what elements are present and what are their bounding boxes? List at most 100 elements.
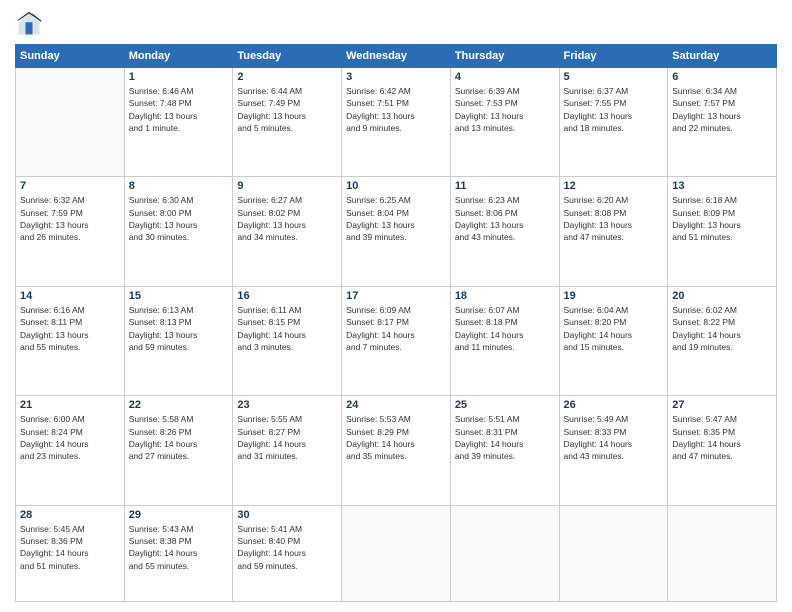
day-info: Sunrise: 6:07 AM Sunset: 8:18 PM Dayligh… (455, 304, 555, 353)
calendar-cell: 2 Sunrise: 6:44 AM Sunset: 7:49 PM Daylig… (233, 68, 342, 177)
col-header-saturday: Saturday (668, 45, 777, 68)
day-info: Sunrise: 6:18 AM Sunset: 8:09 PM Dayligh… (672, 194, 772, 243)
day-info: Sunrise: 6:27 AM Sunset: 8:02 PM Dayligh… (237, 194, 337, 243)
day-info: Sunrise: 5:45 AM Sunset: 8:36 PM Dayligh… (20, 523, 120, 572)
day-info: Sunrise: 5:41 AM Sunset: 8:40 PM Dayligh… (237, 523, 337, 572)
day-number: 5 (564, 71, 664, 83)
day-info: Sunrise: 6:30 AM Sunset: 8:00 PM Dayligh… (129, 194, 229, 243)
day-number: 24 (346, 399, 446, 411)
col-header-monday: Monday (124, 45, 233, 68)
week-row-2: 7 Sunrise: 6:32 AM Sunset: 7:59 PM Daylig… (16, 177, 777, 286)
calendar-cell (559, 505, 668, 601)
calendar-cell: 3Sunrise: 6:42 AM Sunset: 7:51 PM Daylig… (342, 68, 451, 177)
day-number: 13 (672, 180, 772, 192)
day-number: 4 (455, 71, 555, 83)
calendar-cell (450, 505, 559, 601)
day-number: 25 (455, 399, 555, 411)
day-number: 1 (129, 71, 229, 83)
header (15, 10, 777, 38)
day-info: Sunrise: 6:34 AM Sunset: 7:57 PM Dayligh… (672, 85, 772, 134)
week-row-5: 28 Sunrise: 5:45 AM Sunset: 8:36 PM Dayli… (16, 505, 777, 601)
week-row-1: 1 Sunrise: 6:46 AM Sunset: 7:48 PM Daylig… (16, 68, 777, 177)
day-number: 14 (20, 290, 120, 302)
calendar-cell: 14 Sunrise: 6:16 AM Sunset: 8:11 PM Dayli… (16, 286, 125, 395)
day-number: 7 (20, 180, 120, 192)
day-info: Sunrise: 6:37 AM Sunset: 7:55 PM Dayligh… (564, 85, 664, 134)
day-info: Sunrise: 5:43 AM Sunset: 8:38 PM Dayligh… (129, 523, 229, 572)
logo (15, 10, 47, 38)
day-info: Sunrise: 6:11 AM Sunset: 8:15 PM Dayligh… (237, 304, 337, 353)
day-number: 11 (455, 180, 555, 192)
day-number: 28 (20, 509, 120, 521)
week-row-3: 14 Sunrise: 6:16 AM Sunset: 8:11 PM Dayli… (16, 286, 777, 395)
calendar-cell: 27 Sunrise: 5:47 AM Sunset: 8:35 PM Dayli… (668, 396, 777, 505)
day-number: 30 (237, 509, 337, 521)
day-number: 9 (237, 180, 337, 192)
calendar-cell: 20Sunrise: 6:02 AM Sunset: 8:22 PM Dayli… (668, 286, 777, 395)
day-info: Sunrise: 6:04 AM Sunset: 8:20 PM Dayligh… (564, 304, 664, 353)
calendar-cell: 1 Sunrise: 6:46 AM Sunset: 7:48 PM Daylig… (124, 68, 233, 177)
day-number: 23 (237, 399, 337, 411)
day-number: 6 (672, 71, 772, 83)
calendar-cell: 28 Sunrise: 5:45 AM Sunset: 8:36 PM Dayli… (16, 505, 125, 601)
day-number: 10 (346, 180, 446, 192)
calendar-cell (668, 505, 777, 601)
day-info: Sunrise: 5:58 AM Sunset: 8:26 PM Dayligh… (129, 413, 229, 462)
calendar-cell: 25 Sunrise: 5:51 AM Sunset: 8:31 PM Dayli… (450, 396, 559, 505)
day-info: Sunrise: 6:46 AM Sunset: 7:48 PM Dayligh… (129, 85, 229, 134)
day-info: Sunrise: 6:13 AM Sunset: 8:13 PM Dayligh… (129, 304, 229, 353)
day-info: Sunrise: 5:49 AM Sunset: 8:33 PM Dayligh… (564, 413, 664, 462)
calendar-cell: 15 Sunrise: 6:13 AM Sunset: 8:13 PM Dayli… (124, 286, 233, 395)
day-info: Sunrise: 6:16 AM Sunset: 8:11 PM Dayligh… (20, 304, 120, 353)
col-header-thursday: Thursday (450, 45, 559, 68)
calendar-cell: 22 Sunrise: 5:58 AM Sunset: 8:26 PM Dayli… (124, 396, 233, 505)
day-info: Sunrise: 5:53 AM Sunset: 8:29 PM Dayligh… (346, 413, 446, 462)
day-info: Sunrise: 6:02 AM Sunset: 8:22 PM Dayligh… (672, 304, 772, 353)
day-info: Sunrise: 5:55 AM Sunset: 8:27 PM Dayligh… (237, 413, 337, 462)
day-number: 29 (129, 509, 229, 521)
day-info: Sunrise: 6:09 AM Sunset: 8:17 PM Dayligh… (346, 304, 446, 353)
calendar-cell: 10Sunrise: 6:25 AM Sunset: 8:04 PM Dayli… (342, 177, 451, 286)
calendar-cell: 5 Sunrise: 6:37 AM Sunset: 7:55 PM Daylig… (559, 68, 668, 177)
day-info: Sunrise: 6:44 AM Sunset: 7:49 PM Dayligh… (237, 85, 337, 134)
day-info: Sunrise: 5:47 AM Sunset: 8:35 PM Dayligh… (672, 413, 772, 462)
day-number: 15 (129, 290, 229, 302)
calendar-cell: 4 Sunrise: 6:39 AM Sunset: 7:53 PM Daylig… (450, 68, 559, 177)
calendar-cell: 16 Sunrise: 6:11 AM Sunset: 8:15 PM Dayli… (233, 286, 342, 395)
day-info: Sunrise: 5:51 AM Sunset: 8:31 PM Dayligh… (455, 413, 555, 462)
day-number: 22 (129, 399, 229, 411)
day-info: Sunrise: 6:23 AM Sunset: 8:06 PM Dayligh… (455, 194, 555, 243)
calendar-cell: 6 Sunrise: 6:34 AM Sunset: 7:57 PM Daylig… (668, 68, 777, 177)
day-number: 18 (455, 290, 555, 302)
calendar-cell: 17Sunrise: 6:09 AM Sunset: 8:17 PM Dayli… (342, 286, 451, 395)
calendar-cell: 9 Sunrise: 6:27 AM Sunset: 8:02 PM Daylig… (233, 177, 342, 286)
logo-icon (15, 10, 43, 38)
calendar-cell: 29 Sunrise: 5:43 AM Sunset: 8:38 PM Dayli… (124, 505, 233, 601)
day-info: Sunrise: 6:32 AM Sunset: 7:59 PM Dayligh… (20, 194, 120, 243)
page: SundayMondayTuesdayWednesdayThursdayFrid… (0, 0, 792, 612)
calendar-cell: 7 Sunrise: 6:32 AM Sunset: 7:59 PM Daylig… (16, 177, 125, 286)
week-row-4: 21Sunrise: 6:00 AM Sunset: 8:24 PM Dayli… (16, 396, 777, 505)
calendar-cell: 24 Sunrise: 5:53 AM Sunset: 8:29 PM Dayli… (342, 396, 451, 505)
calendar-cell: 12 Sunrise: 6:20 AM Sunset: 8:08 PM Dayli… (559, 177, 668, 286)
col-header-wednesday: Wednesday (342, 45, 451, 68)
header-row: SundayMondayTuesdayWednesdayThursdayFrid… (16, 45, 777, 68)
day-number: 19 (564, 290, 664, 302)
calendar-cell: 30 Sunrise: 5:41 AM Sunset: 8:40 PM Dayli… (233, 505, 342, 601)
calendar-cell: 21Sunrise: 6:00 AM Sunset: 8:24 PM Dayli… (16, 396, 125, 505)
calendar-cell: 13 Sunrise: 6:18 AM Sunset: 8:09 PM Dayli… (668, 177, 777, 286)
calendar-cell (16, 68, 125, 177)
day-number: 12 (564, 180, 664, 192)
day-info: Sunrise: 6:00 AM Sunset: 8:24 PM Dayligh… (20, 413, 120, 462)
day-number: 8 (129, 180, 229, 192)
calendar-cell: 11 Sunrise: 6:23 AM Sunset: 8:06 PM Dayli… (450, 177, 559, 286)
day-info: Sunrise: 6:39 AM Sunset: 7:53 PM Dayligh… (455, 85, 555, 134)
calendar-cell: 8 Sunrise: 6:30 AM Sunset: 8:00 PM Daylig… (124, 177, 233, 286)
day-number: 2 (237, 71, 337, 83)
day-info: Sunrise: 6:20 AM Sunset: 8:08 PM Dayligh… (564, 194, 664, 243)
calendar-cell: 23 Sunrise: 5:55 AM Sunset: 8:27 PM Dayli… (233, 396, 342, 505)
calendar-cell (342, 505, 451, 601)
day-number: 27 (672, 399, 772, 411)
col-header-sunday: Sunday (16, 45, 125, 68)
day-number: 16 (237, 290, 337, 302)
